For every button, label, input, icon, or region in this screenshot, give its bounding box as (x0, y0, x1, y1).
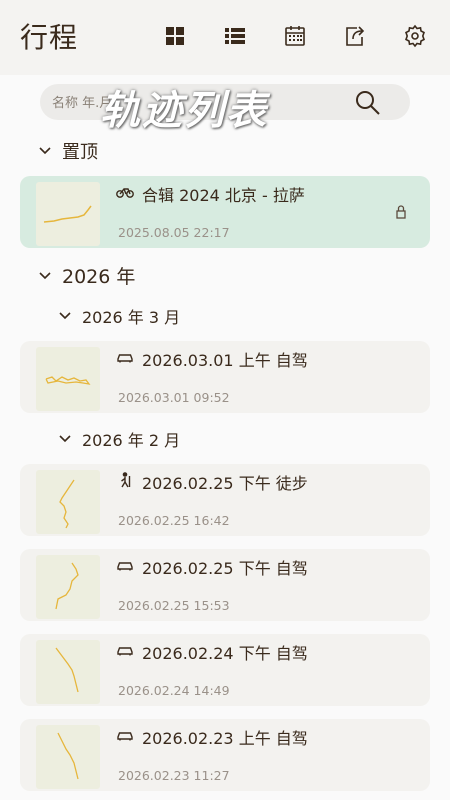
section-month-header[interactable]: 2026 年 2 月 (58, 427, 180, 451)
section-year-header[interactable]: 2026 年 (38, 262, 135, 289)
section-month-header[interactable]: 2026 年 3 月 (58, 304, 180, 328)
chevron-down-icon (39, 147, 51, 155)
section-label: 2026 年 2 月 (82, 431, 181, 450)
search-bar (40, 84, 410, 120)
track-title: 2026.02.25 下午 自驾 (142, 559, 308, 578)
track-thumbnail (36, 725, 100, 789)
track-card-pinned[interactable]: 合辑 2024 北京 - 拉萨 2025.08.05 22:17 (20, 176, 430, 248)
track-title: 2026.02.24 下午 自驾 (142, 644, 308, 663)
track-title: 2026.02.23 上午 自驾 (142, 729, 308, 748)
track-date: 2026.02.25 15:53 (118, 598, 230, 613)
search-icon[interactable] (354, 89, 382, 117)
track-thumbnail (36, 640, 100, 704)
track-date: 2025.08.05 22:17 (118, 225, 230, 240)
track-date: 2026.03.01 09:52 (118, 390, 230, 405)
track-title: 2026.02.25 下午 徒步 (142, 474, 308, 493)
track-title: 2026.03.01 上午 自驾 (142, 351, 308, 370)
track-card[interactable]: 2026.02.25 下午 自驾 2026.02.25 15:53 (20, 549, 430, 621)
track-date: 2026.02.24 14:49 (118, 683, 230, 698)
track-thumbnail (36, 470, 100, 534)
chevron-down-icon (39, 271, 51, 279)
track-card[interactable]: 2026.02.23 上午 自驾 2026.02.23 11:27 (20, 719, 430, 791)
export-icon[interactable] (342, 23, 368, 49)
track-card[interactable]: 2026.02.25 下午 徒步 2026.02.25 16:42 (20, 464, 430, 536)
bicycle-icon (116, 184, 134, 200)
section-label: 置顶 (62, 142, 98, 163)
track-thumbnail (36, 182, 100, 246)
calendar-icon[interactable] (282, 23, 308, 49)
track-date: 2026.02.23 11:27 (118, 768, 230, 783)
page-title: 行程 (20, 21, 79, 54)
list-view-icon[interactable] (222, 23, 248, 49)
track-title: 合辑 2024 北京 - 拉萨 (142, 186, 305, 205)
track-thumbnail (36, 555, 100, 619)
section-label: 2026 年 (62, 266, 136, 288)
track-card[interactable]: 2026.02.24 下午 自驾 2026.02.24 14:49 (20, 634, 430, 706)
chevron-down-icon (59, 312, 71, 320)
lock-icon (394, 204, 408, 220)
car-icon (116, 349, 134, 365)
section-label: 2026 年 3 月 (82, 308, 181, 327)
car-icon (116, 642, 134, 658)
car-icon (116, 727, 134, 743)
search-input[interactable] (50, 90, 114, 116)
hiking-icon (116, 472, 134, 488)
track-card[interactable]: 2026.03.01 上午 自驾 2026.03.01 09:52 (20, 341, 430, 413)
section-pinned-header[interactable]: 置顶 (38, 138, 98, 164)
track-thumbnail (36, 347, 100, 411)
chevron-down-icon (59, 435, 71, 443)
track-date: 2026.02.25 16:42 (118, 513, 230, 528)
grid-view-icon[interactable] (162, 23, 188, 49)
car-icon (116, 557, 134, 573)
settings-icon[interactable] (402, 23, 428, 49)
top-bar: 行程 (0, 0, 450, 75)
